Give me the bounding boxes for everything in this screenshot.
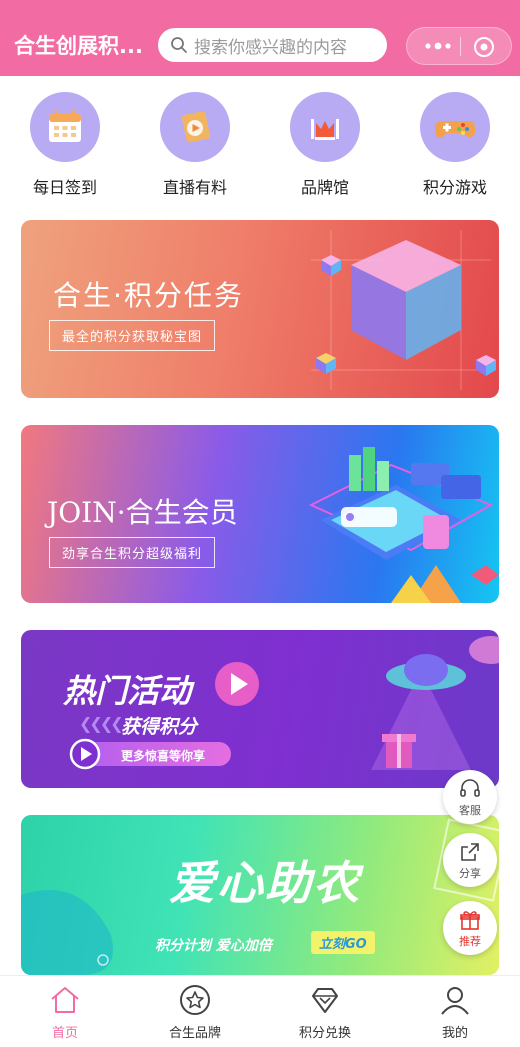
banner-tag: 更多惊喜等你享 (121, 749, 206, 763)
banner-charity-farming[interactable]: 爱心助农 积分计划 爱心加倍 立刻GO (21, 815, 499, 975)
gift-icon (460, 911, 480, 930)
diamond-icon (312, 988, 338, 1013)
search-placeholder: 搜索你感兴趣的内容 (194, 37, 347, 58)
search-icon (171, 37, 187, 53)
quick-nav-label: 品牌馆 (300, 178, 349, 197)
capsule-divider (460, 37, 461, 56)
banner-title: 合生·积分任务 (53, 279, 244, 312)
bottom-tab-bar: 首页 合生品牌 积分兑换 我的 (0, 975, 520, 1047)
tab-home[interactable]: 首页 (0, 984, 130, 1041)
banner-join-member[interactable]: JOIN·合生会员 劲享合生积分超级福利 (21, 425, 499, 603)
quick-nav: 每日签到 直播有料 品牌馆 积分游戏 (0, 92, 520, 202)
play-badge-icon (215, 662, 259, 706)
tab-label: 合生品牌 (168, 1026, 221, 1041)
search-bar[interactable]: 搜索你感兴趣的内容 (158, 28, 387, 62)
star-icon (180, 985, 210, 1015)
quick-nav-item-brand[interactable]: 品牌馆 (270, 92, 380, 198)
tab-brands[interactable]: 合生品牌 (130, 984, 260, 1041)
tab-mine[interactable]: 我的 (390, 984, 520, 1041)
quick-nav-item-games[interactable]: 积分游戏 (400, 92, 510, 198)
recommend-label: 推荐 (459, 935, 481, 948)
ufo-gift-illustration (371, 636, 499, 770)
phone-data-illustration (308, 447, 499, 603)
live-play-icon (181, 111, 211, 143)
gamepad-icon (435, 121, 475, 138)
miniprogram-capsule (406, 27, 512, 65)
chevrons-decoration: ❮❮❮❮ (79, 714, 124, 733)
banner-title: 爱心助农 (169, 856, 361, 910)
customer-service-button[interactable]: 客服 (443, 770, 497, 824)
brand-hall-icon (311, 119, 339, 140)
tab-points-exchange[interactable]: 积分兑换 (260, 984, 390, 1041)
header: 合生创展积... 搜索你感兴趣的内容 (0, 0, 520, 76)
banner-points-task[interactable]: 合生·积分任务 最全的积分获取秘宝图 (21, 220, 499, 398)
quick-nav-item-live[interactable]: 直播有料 (140, 92, 250, 198)
quick-nav-icon-bg (30, 92, 100, 162)
share-icon (461, 843, 479, 861)
more-dots-icon[interactable] (419, 36, 457, 56)
banner-subtitle: 积分计划 爱心加倍 (155, 938, 272, 954)
tab-label: 我的 (441, 1026, 468, 1041)
close-miniprogram-icon[interactable] (473, 36, 495, 58)
banner-title: JOIN·合生会员 (47, 496, 238, 529)
crystal-cube-illustration (311, 230, 496, 390)
banner-tag: 立刻GO (311, 931, 375, 954)
headset-icon (460, 779, 480, 797)
quick-nav-item-checkin[interactable]: 每日签到 (10, 92, 120, 198)
calendar-icon (49, 110, 81, 142)
banner-hot-events[interactable]: 热门活动 ❮❮❮❮ 获得积分 更多惊喜等你享 (21, 630, 499, 788)
quick-nav-icon-bg (160, 92, 230, 162)
banner-subtitle: 劲享合生积分超级福利 (49, 537, 216, 568)
quick-nav-icon-bg (290, 92, 360, 162)
banner-subtitle: 最全的积分获取秘宝图 (49, 320, 216, 351)
banner-subtitle: 获得积分 (121, 716, 198, 738)
quick-nav-label: 积分游戏 (422, 178, 487, 197)
quick-nav-label: 每日签到 (32, 178, 97, 197)
app-title: 合生创展积... (14, 34, 143, 58)
banner-title: 热门活动 (63, 672, 192, 710)
customer-service-label: 客服 (459, 804, 481, 817)
quick-nav-icon-bg (420, 92, 490, 162)
play-circle-icon (69, 738, 101, 770)
tab-label: 首页 (51, 1026, 78, 1041)
share-label: 分享 (459, 867, 481, 880)
user-icon (441, 987, 469, 1015)
share-button[interactable]: 分享 (443, 833, 497, 887)
home-icon (51, 987, 79, 1013)
quick-nav-label: 直播有料 (162, 178, 227, 197)
recommend-button[interactable]: 推荐 (443, 901, 497, 955)
tab-label: 积分兑换 (298, 1026, 351, 1041)
